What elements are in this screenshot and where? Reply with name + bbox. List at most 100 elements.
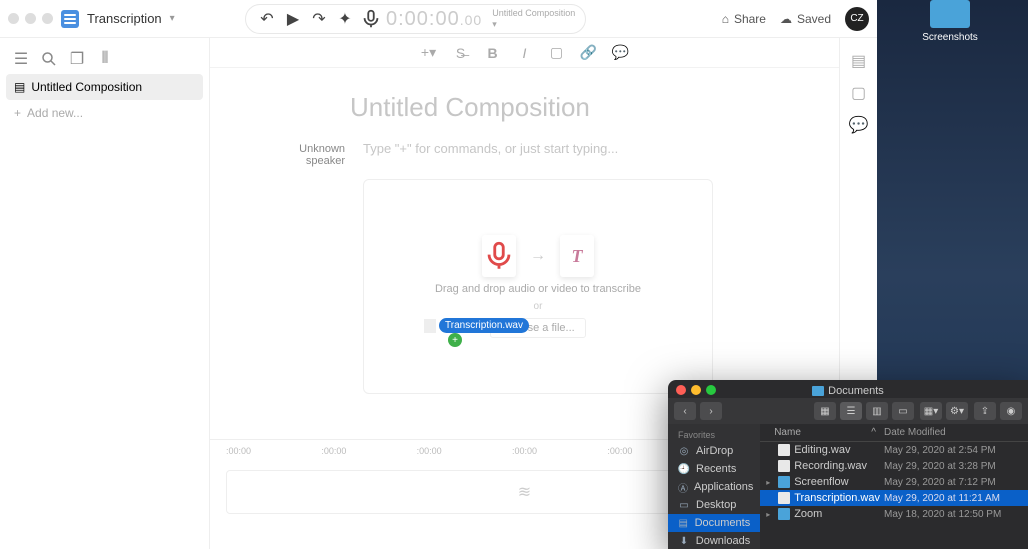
sidebar-downloads[interactable]: ⬇Downloads bbox=[668, 532, 760, 549]
redo-button[interactable]: ↷ bbox=[308, 8, 330, 30]
mic-icon[interactable] bbox=[360, 8, 382, 30]
undo-button[interactable]: ↶ bbox=[256, 8, 278, 30]
share-button[interactable]: ⇪ bbox=[974, 402, 996, 420]
sidebar-airdrop[interactable]: ◎AirDrop bbox=[668, 442, 760, 460]
dropzone-text: Drag and drop audio or video to transcri… bbox=[435, 283, 641, 295]
chevron-down-icon[interactable]: ▾ bbox=[170, 13, 175, 24]
disclosure-icon[interactable]: ▸ bbox=[766, 478, 774, 487]
sidebar-documents[interactable]: ▤Documents bbox=[668, 514, 760, 532]
cloud-icon: ☁ bbox=[780, 12, 792, 26]
icon-view-button[interactable]: ▦ bbox=[814, 402, 836, 420]
file-icon bbox=[778, 460, 790, 472]
finder-file-list: Name ^ Date Modified Editing.wavMay 29, … bbox=[760, 424, 1028, 549]
strike-button[interactable]: S̶ bbox=[452, 45, 470, 61]
file-row[interactable]: Transcription.wavMay 29, 2020 at 11:21 A… bbox=[760, 490, 1028, 506]
min-dot[interactable] bbox=[25, 13, 36, 24]
clock-icon: 🕘 bbox=[678, 463, 690, 475]
image-button[interactable]: ▢ bbox=[548, 44, 566, 61]
date-column[interactable]: Date Modified bbox=[884, 427, 1022, 438]
page-icon[interactable]: ▤ bbox=[850, 52, 868, 70]
close-button[interactable] bbox=[676, 385, 686, 395]
sparkle-icon[interactable]: ✦ bbox=[334, 8, 356, 30]
name-column[interactable]: Name bbox=[774, 427, 871, 438]
back-button[interactable]: ‹ bbox=[674, 402, 696, 420]
zoom-button[interactable] bbox=[706, 385, 716, 395]
sort-up-icon: ^ bbox=[871, 427, 876, 438]
sidebar-applications[interactable]: ⒶApplications bbox=[668, 478, 760, 496]
folder-label: Screenshots bbox=[920, 32, 980, 43]
sidebar-recents[interactable]: 🕘Recents bbox=[668, 460, 760, 478]
close-dot[interactable] bbox=[8, 13, 19, 24]
desktop-folder-screenshots[interactable]: Screenshots bbox=[920, 0, 980, 43]
link-icon[interactable]: 🔗 bbox=[580, 44, 598, 61]
documents-icon: ▤ bbox=[678, 517, 689, 529]
favorites-header: Favorites bbox=[668, 428, 760, 442]
gallery-view-button[interactable]: ▭ bbox=[892, 402, 914, 420]
arrow-right-icon: → bbox=[530, 247, 546, 265]
dragged-file-label: Transcription.wav bbox=[439, 318, 529, 333]
file-row[interactable]: ▸ScreenflowMay 29, 2020 at 7:12 PM bbox=[760, 474, 1028, 490]
group-button[interactable]: ▦▾ bbox=[920, 402, 942, 420]
finder-title: Documents bbox=[812, 385, 884, 397]
composition-title[interactable]: Untitled Composition bbox=[350, 92, 789, 123]
dragged-file[interactable]: Transcription.wav + bbox=[424, 318, 529, 333]
tags-button[interactable]: ◉ bbox=[1000, 402, 1022, 420]
insert-button[interactable]: +▾ bbox=[420, 44, 438, 61]
timecode: 0:00:00.00 bbox=[386, 8, 482, 31]
format-toolbar: +▾ S̶ B I ▢ 🔗 💬 bbox=[210, 38, 839, 68]
app-icon: Ⓐ bbox=[678, 481, 688, 493]
file-icon bbox=[778, 492, 790, 504]
bold-button[interactable]: B bbox=[484, 45, 502, 61]
finder-sidebar: Favorites ◎AirDrop 🕘Recents ⒶApplication… bbox=[668, 424, 760, 549]
project-title[interactable]: Transcription bbox=[87, 11, 162, 26]
hamburger-icon[interactable]: ☰ bbox=[12, 50, 30, 68]
audio-file-icon bbox=[482, 235, 516, 277]
sidebar-item-composition[interactable]: ▤ Untitled Composition bbox=[6, 74, 203, 100]
dropzone-or: or bbox=[534, 301, 543, 312]
dropzone-icons: → T bbox=[482, 235, 594, 277]
now-playing-label[interactable]: Untitled Composition ▾ bbox=[492, 8, 575, 30]
app-titlebar: Transcription ▾ ↶ ▶ ↷ ✦ 0:00:00.00 Untit… bbox=[0, 0, 877, 38]
minimize-button[interactable] bbox=[691, 385, 701, 395]
text-file-icon: T bbox=[560, 235, 594, 277]
column-view-button[interactable]: ▥ bbox=[866, 402, 888, 420]
saved-indicator: ☁ Saved bbox=[780, 12, 831, 26]
airdrop-icon: ◎ bbox=[678, 445, 690, 457]
sidebar-add-new[interactable]: + Add new... bbox=[6, 100, 203, 126]
file-row[interactable]: Editing.wavMay 29, 2020 at 2:54 PM bbox=[760, 442, 1028, 458]
disclosure-icon[interactable]: ▸ bbox=[766, 510, 774, 519]
italic-button[interactable]: I bbox=[516, 45, 534, 61]
share-button[interactable]: ⌂ Share bbox=[722, 12, 766, 26]
file-icon bbox=[778, 444, 790, 456]
finder-window[interactable]: Documents ‹ › ▦ ☰ ▥ ▭ ▦▾ ⚙▾ ⇪ ◉ Favorite… bbox=[668, 380, 1028, 549]
list-view-button[interactable]: ☰ bbox=[840, 402, 862, 420]
layers-icon: ≋ bbox=[518, 482, 531, 502]
app-icon bbox=[61, 10, 79, 28]
drag-plus-badge: + bbox=[448, 333, 462, 347]
file-row[interactable]: Recording.wavMay 29, 2020 at 3:28 PM bbox=[760, 458, 1028, 474]
file-row[interactable]: ▸ZoomMay 18, 2020 at 12:50 PM bbox=[760, 506, 1028, 522]
desktop-icon: ▭ bbox=[678, 499, 690, 511]
dropzone[interactable]: → T Drag and drop audio or video to tran… bbox=[363, 179, 713, 394]
clipboard-icon[interactable]: ❐ bbox=[68, 50, 86, 68]
forward-button[interactable]: › bbox=[700, 402, 722, 420]
waveform-icon[interactable]: ⦀ bbox=[96, 50, 114, 68]
finder-toolbar: ‹ › ▦ ☰ ▥ ▭ ▦▾ ⚙▾ ⇪ ◉ bbox=[668, 398, 1028, 424]
speaker-label[interactable]: Unknown speaker bbox=[260, 141, 345, 167]
downloads-icon: ⬇ bbox=[678, 535, 690, 547]
transport-controls: ↶ ▶ ↷ ✦ 0:00:00.00 Untitled Composition … bbox=[245, 4, 586, 34]
action-button[interactable]: ⚙▾ bbox=[946, 402, 968, 420]
user-avatar[interactable]: CZ bbox=[845, 7, 869, 31]
column-headers[interactable]: Name ^ Date Modified bbox=[760, 424, 1028, 442]
window-traffic-lights[interactable] bbox=[8, 13, 53, 24]
comment-icon[interactable]: 💬 bbox=[612, 44, 630, 61]
editor-placeholder[interactable]: Type "+" for commands, or just start typ… bbox=[363, 141, 789, 156]
max-dot[interactable] bbox=[42, 13, 53, 24]
plus-icon: + bbox=[14, 106, 21, 120]
search-icon[interactable] bbox=[40, 50, 58, 68]
sidebar-desktop[interactable]: ▭Desktop bbox=[668, 496, 760, 514]
image-icon[interactable]: ▢ bbox=[850, 84, 868, 102]
comment-icon[interactable]: 💬 bbox=[850, 116, 868, 134]
play-button[interactable]: ▶ bbox=[282, 8, 304, 30]
finder-titlebar[interactable]: Documents bbox=[668, 380, 1028, 398]
